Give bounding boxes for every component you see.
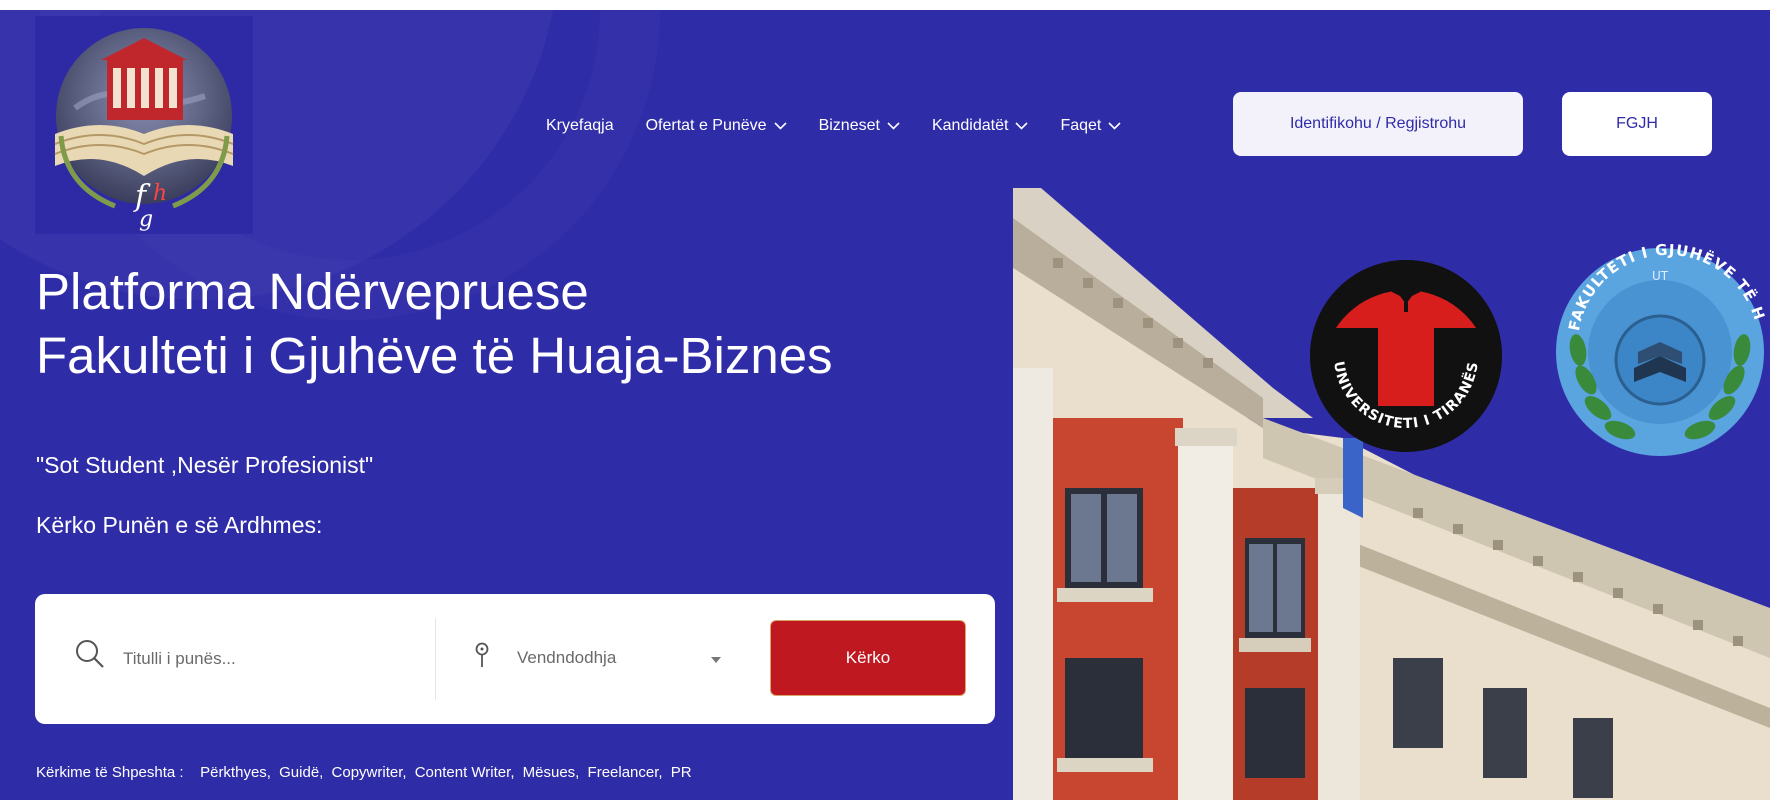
popular-tag[interactable]: Content Writer, xyxy=(415,764,515,781)
hero-search-prompt: Kërko Punën e së Ardhmes: xyxy=(36,512,323,538)
faculty-emblem: FAKULTETI I GJUHËVE TË H UT xyxy=(1548,230,1770,466)
nav-item-label: Faqet xyxy=(1060,117,1102,134)
caret-down-icon[interactable] xyxy=(711,657,721,663)
hero-title-line2: Fakulteti i Gjuhëve të Huaja-Biznes xyxy=(36,327,833,384)
map-pin-icon xyxy=(475,642,489,667)
main-nav: Kryefaqja Ofertat e Punëve Bizneset Kand… xyxy=(546,112,1153,140)
popular-tag[interactable]: Copywriter, xyxy=(332,764,407,781)
nav-item-label: Kryefaqja xyxy=(546,117,614,134)
popular-tag[interactable]: Mësues, xyxy=(523,764,580,781)
hero-title: Platforma Ndërvepruese Fakulteti i Gjuhë… xyxy=(36,260,1016,388)
location-select[interactable]: Vendndodhja xyxy=(517,648,616,668)
chevron-down-icon xyxy=(887,122,900,130)
hero-title-line1: Platforma Ndërvepruese xyxy=(36,263,589,320)
popular-tag[interactable]: Guidë, xyxy=(279,764,323,781)
popular-searches-label: Kërkime të Shpeshta : xyxy=(36,764,184,781)
ut-emblem-image: UNIVERSITETI I TIRANËS xyxy=(1310,260,1502,452)
hero-section: f h g Kryefaqja Ofertat e Punëve Biznese… xyxy=(0,0,1770,800)
popular-tag[interactable]: PR xyxy=(671,764,692,781)
hero-motto: "Sot Student ,Nesër Profesionist" xyxy=(36,452,374,478)
faculty-logo-image: f h g xyxy=(54,28,234,232)
login-register-button[interactable]: Identifikohu / Regjistrohu xyxy=(1233,92,1523,156)
site-logo[interactable]: f h g xyxy=(35,16,253,234)
popular-tag[interactable]: Përkthyes, xyxy=(200,764,271,781)
nav-item-label: Kandidatët xyxy=(931,117,1009,134)
fgjh-emblem-image: FAKULTETI I GJUHËVE TË H UT xyxy=(1556,241,1768,456)
nav-item-candidates[interactable]: Kandidatët xyxy=(932,117,1029,135)
bottom-band xyxy=(0,800,1770,808)
job-title-input[interactable] xyxy=(123,639,423,679)
search-divider xyxy=(435,618,436,700)
nav-item-label: Ofertat e Punëve xyxy=(645,117,767,134)
fgjh-button[interactable]: FGJH xyxy=(1562,92,1712,156)
popular-tag[interactable]: Freelancer, xyxy=(588,764,663,781)
chevron-down-icon xyxy=(1015,122,1029,130)
search-button[interactable]: Kërko xyxy=(770,620,966,696)
svg-text:g: g xyxy=(139,207,153,232)
nav-item-businesses[interactable]: Bizneset xyxy=(819,117,900,135)
top-strip xyxy=(0,0,1770,10)
nav-item-pages[interactable]: Faqet xyxy=(1060,117,1121,135)
fgjh-logo-ut: UT xyxy=(1652,269,1669,283)
university-tirana-logo: UNIVERSITETI I TIRANËS xyxy=(1306,246,1506,458)
nav-item-label: Bizneset xyxy=(818,117,880,134)
nav-item-job-offers[interactable]: Ofertat e Punëve xyxy=(646,117,787,135)
job-search-bar: Vendndodhja Kërko xyxy=(35,594,995,724)
search-icon xyxy=(76,640,104,668)
svg-text:h: h xyxy=(153,181,167,206)
popular-searches: Kërkime të Shpeshta : Përkthyes, Guidë, … xyxy=(36,764,692,781)
chevron-down-icon xyxy=(1108,122,1121,130)
chevron-down-icon xyxy=(773,122,787,130)
nav-item-home[interactable]: Kryefaqja xyxy=(546,117,614,135)
